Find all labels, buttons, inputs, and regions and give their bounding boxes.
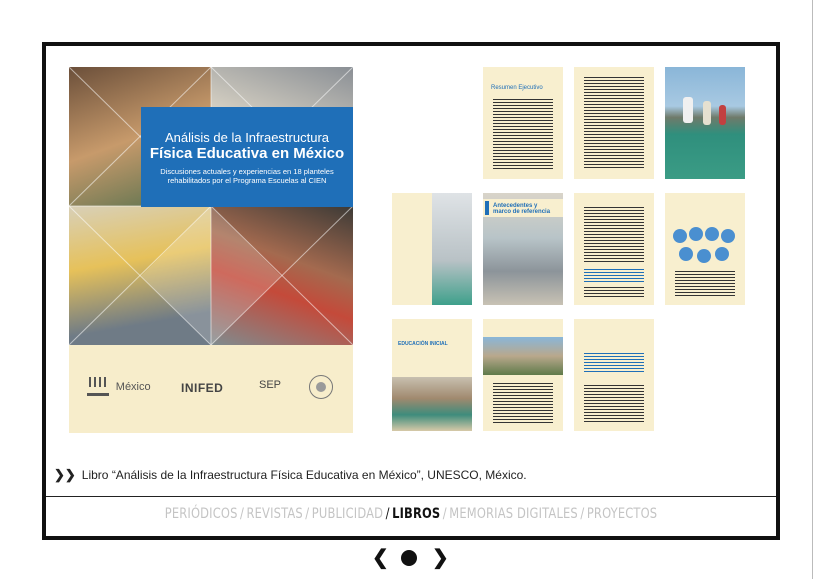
nav-separator: /	[580, 506, 585, 522]
gallery-frame: Análisis de la Infraestructura Física Ed…	[42, 42, 780, 540]
unesco-temple-icon	[87, 377, 109, 396]
nav-separator: /	[442, 506, 447, 522]
thumbnail-highlight-lines	[584, 269, 644, 283]
nav-item-publicidad[interactable]: PUBLICIDAD	[312, 506, 383, 522]
diagram-node	[673, 229, 687, 243]
thumbnail-text-lines	[584, 385, 644, 423]
nav-item-proyectos[interactable]: PROYECTOS	[587, 506, 657, 522]
thumbnail-quote-lines	[584, 353, 644, 373]
thumbnail-page[interactable]	[665, 193, 745, 305]
sep-logo: SEP	[259, 379, 281, 391]
thumbnail-page[interactable]	[574, 193, 654, 305]
diagram-node	[679, 247, 693, 261]
thumbnail-page[interactable]	[392, 193, 472, 305]
thumbnail-page[interactable]	[665, 67, 745, 179]
double-chevron-right-icon: ❯❯	[54, 467, 76, 482]
photo-school	[483, 337, 563, 375]
page-edge	[812, 0, 813, 579]
photo-figure	[683, 97, 693, 123]
thumbnail-page[interactable]: Resumen Ejecutivo	[483, 67, 563, 179]
photo-figure	[719, 105, 726, 125]
thumbnail-text-lines	[584, 207, 644, 263]
diagram-node	[715, 247, 729, 261]
nav-item-libros[interactable]: LIBROS	[392, 506, 440, 522]
diagram-node	[689, 227, 703, 241]
divider	[46, 496, 776, 497]
nav-separator: /	[305, 506, 310, 522]
thumbnail-text-lines	[493, 383, 553, 423]
thumbnail-page[interactable]	[574, 319, 654, 431]
prev-arrow-icon[interactable]: ❮	[372, 548, 389, 568]
thumbnail-text-lines	[584, 77, 644, 169]
diagram-node	[721, 229, 735, 243]
photo-figure	[703, 101, 711, 125]
nav-item-periodicos[interactable]: PERIÓDICOS	[165, 506, 238, 522]
cover-subtitle: Discusiones actuales y experiencias en 1…	[160, 166, 334, 185]
caption-text: Libro “Análisis de la Infraestructura Fí…	[81, 468, 527, 482]
thumbnail-text-lines	[493, 99, 553, 169]
photo-classroom	[392, 377, 472, 431]
thumbnail-page[interactable]	[574, 67, 654, 179]
category-nav: PERIÓDICOS / REVISTAS / PUBLICIDAD / LIBROS / ME…	[112, 506, 711, 522]
thumbnail-text-lines	[675, 271, 735, 297]
section-marker	[485, 201, 489, 215]
thumbnail-heading: Resumen Ejecutivo	[491, 85, 543, 91]
diagram-node	[705, 227, 719, 241]
cover-title-box: Análisis de la Infraestructura Física Ed…	[141, 107, 353, 207]
nav-item-memorias-digitales[interactable]: MEMORIAS DIGITALES	[449, 506, 578, 522]
nav-separator: /	[240, 506, 245, 522]
book-cover-image[interactable]: Análisis de la Infraestructura Física Ed…	[69, 67, 353, 433]
nav-item-revistas[interactable]: REVISTAS	[247, 506, 303, 522]
sep-label: SEP	[259, 379, 282, 391]
thumbnail-page[interactable]	[483, 319, 563, 431]
unesco-logo: México	[87, 377, 151, 396]
slide-indicator-dot[interactable]	[401, 550, 417, 566]
thumbnail-text-lines	[584, 287, 644, 299]
slide-pager: ❮ ❯	[370, 546, 450, 570]
unesco-country: México	[115, 380, 151, 393]
thumbnail-page[interactable]: Antecedentes y marco de referencia	[483, 193, 563, 305]
photo-strip	[432, 193, 472, 305]
cover-title-line1: Análisis de la Infraestructura	[164, 129, 330, 145]
mexico-seal-icon	[309, 375, 333, 399]
image-caption: ❯❯ Libro “Análisis de la Infraestructura …	[54, 467, 527, 483]
nav-separator: /	[385, 506, 390, 522]
cover-logos: México INIFED SEP	[69, 367, 353, 417]
inifed-logo: INIFED	[181, 381, 223, 395]
next-arrow-icon[interactable]: ❯	[432, 548, 449, 568]
thumbnail-page[interactable]: EDUCACIÓN INICIAL	[392, 319, 472, 431]
cover-title-line2: Física Educativa en México	[149, 144, 345, 162]
inifed-label: INIFED	[181, 381, 224, 395]
thumbnail-heading: EDUCACIÓN INICIAL	[398, 341, 448, 347]
thumbnail-heading: Antecedentes y marco de referencia	[493, 203, 551, 215]
diagram-node	[697, 249, 711, 263]
